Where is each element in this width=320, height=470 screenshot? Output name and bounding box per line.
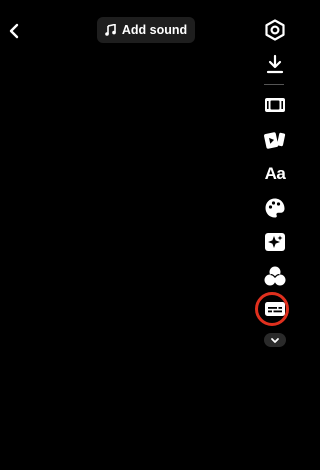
sticker-palette-icon — [265, 198, 285, 218]
filters-button[interactable] — [261, 264, 289, 288]
text-icon: Aa — [264, 164, 286, 183]
templates-button[interactable] — [261, 128, 289, 152]
captions-button[interactable] — [261, 297, 289, 321]
gear-icon — [265, 19, 285, 41]
music-note-icon — [105, 24, 116, 36]
film-frame-icon — [265, 98, 285, 112]
editing-toolbar: Aa — [255, 0, 295, 470]
add-sound-button[interactable]: Add sound — [97, 17, 195, 43]
text-button[interactable]: Aa — [261, 162, 289, 186]
settings-button[interactable] — [261, 18, 289, 42]
download-icon — [266, 54, 284, 74]
back-button[interactable] — [5, 22, 23, 40]
toolbar-divider — [264, 84, 284, 85]
sparkle-effects-icon — [265, 233, 285, 251]
stickers-button[interactable] — [261, 196, 289, 220]
more-tools-button[interactable] — [264, 333, 286, 347]
download-button[interactable] — [261, 52, 289, 76]
chevron-left-icon — [9, 23, 19, 39]
add-sound-label: Add sound — [121, 23, 188, 37]
adjust-clips-button[interactable] — [261, 93, 289, 117]
video-editor-screen: Add sound Aa — [0, 0, 295, 470]
filter-circles-icon — [264, 266, 286, 286]
chevron-down-icon — [271, 337, 279, 343]
captions-icon — [265, 302, 285, 316]
template-cards-icon — [264, 132, 286, 149]
effects-button[interactable] — [261, 230, 289, 254]
